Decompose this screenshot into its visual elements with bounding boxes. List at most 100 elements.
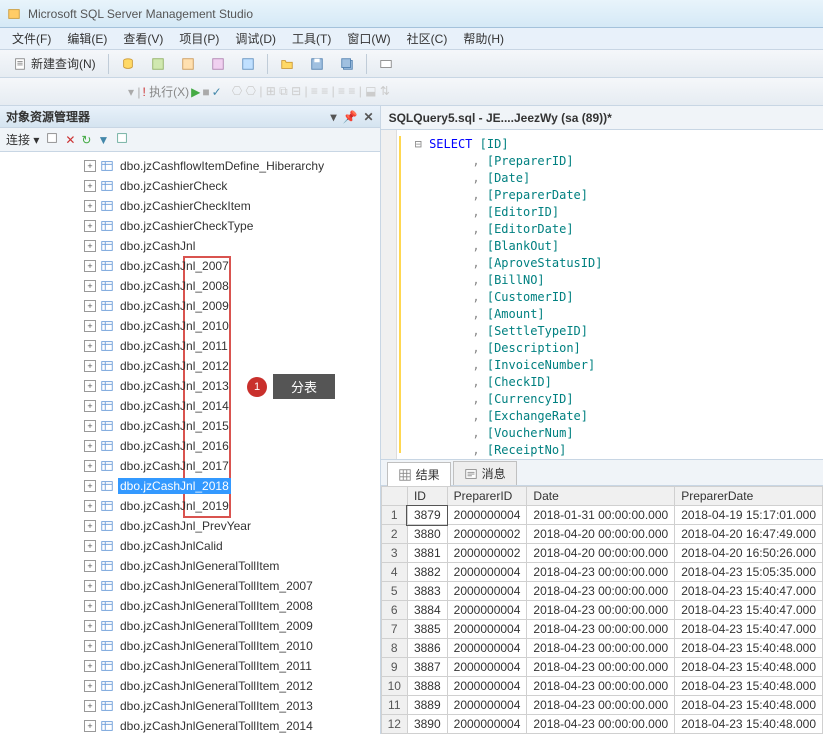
object-tree[interactable]: 1 分表 +dbo.jzCashflowItemDefine_Hiberarch… bbox=[0, 152, 380, 734]
tree-item[interactable]: +dbo.jzCashierCheckItem bbox=[0, 196, 380, 216]
table-row[interactable]: 4388220000000042018-04-23 00:00:00.00020… bbox=[381, 563, 822, 582]
toolbar-icon-3[interactable] bbox=[174, 53, 202, 75]
tree-item[interactable]: +dbo.jzCashJnl_2019 bbox=[0, 496, 380, 516]
column-header[interactable] bbox=[381, 487, 407, 506]
tree-item[interactable]: +dbo.jzCashJnl_2016 bbox=[0, 436, 380, 456]
tree-item[interactable]: +dbo.jzCashJnlGeneralTollItem_2013 bbox=[0, 696, 380, 716]
toolbar-icon[interactable] bbox=[115, 131, 129, 148]
menu-community[interactable]: 社区(C) bbox=[399, 30, 456, 47]
tree-item[interactable]: +dbo.jzCashflowItemDefine_Hiberarchy bbox=[0, 156, 380, 176]
tree-item[interactable]: +dbo.jzCashJnl_2007 bbox=[0, 256, 380, 276]
table-row[interactable]: 9388720000000042018-04-23 00:00:00.00020… bbox=[381, 658, 822, 677]
save-icon[interactable] bbox=[303, 53, 331, 75]
parse-icon[interactable]: ✓ bbox=[212, 85, 222, 99]
tree-item[interactable]: +dbo.jzCashierCheck bbox=[0, 176, 380, 196]
table-row[interactable]: 5388320000000042018-04-23 00:00:00.00020… bbox=[381, 582, 822, 601]
results-tab[interactable]: 结果 bbox=[387, 462, 451, 486]
pin-icon[interactable]: 📌 bbox=[343, 110, 358, 124]
tree-item[interactable]: +dbo.jzCashJnl_2014 bbox=[0, 396, 380, 416]
expand-icon[interactable]: + bbox=[84, 640, 96, 652]
tree-item[interactable]: +dbo.jzCashJnl_2013 bbox=[0, 376, 380, 396]
close-icon[interactable]: ✕ bbox=[364, 110, 374, 124]
column-header[interactable]: PreparerID bbox=[447, 487, 527, 506]
tree-item[interactable]: +dbo.jzCashJnl_PrevYear bbox=[0, 516, 380, 536]
expand-icon[interactable]: + bbox=[84, 420, 96, 432]
expand-icon[interactable]: + bbox=[84, 680, 96, 692]
expand-icon[interactable]: + bbox=[84, 600, 96, 612]
dropdown-icon[interactable]: ▾ bbox=[331, 110, 337, 124]
toolbar-icon[interactable]: ✕ bbox=[65, 133, 75, 147]
expand-icon[interactable]: + bbox=[84, 440, 96, 452]
tree-item[interactable]: +dbo.jzCashJnl_2010 bbox=[0, 316, 380, 336]
expand-icon[interactable]: + bbox=[84, 260, 96, 272]
expand-icon[interactable]: + bbox=[84, 240, 96, 252]
table-row[interactable]: 1387920000000042018-01-31 00:00:00.00020… bbox=[381, 506, 822, 525]
table-row[interactable]: 3388120000000022018-04-20 00:00:00.00020… bbox=[381, 544, 822, 563]
tree-item[interactable]: +dbo.jzCashJnlGeneralTollItem_2010 bbox=[0, 636, 380, 656]
table-row[interactable]: 6388420000000042018-04-23 00:00:00.00020… bbox=[381, 601, 822, 620]
tree-item[interactable]: +dbo.jzCashJnlGeneralTollItem_2008 bbox=[0, 596, 380, 616]
tree-item[interactable]: +dbo.jzCashJnlGeneralTollItem bbox=[0, 556, 380, 576]
tree-item[interactable]: +dbo.jzCashJnlGeneralTollItem_2012 bbox=[0, 676, 380, 696]
expand-icon[interactable]: + bbox=[84, 620, 96, 632]
tree-item[interactable]: +dbo.jzCashJnl_2015 bbox=[0, 416, 380, 436]
expand-icon[interactable]: + bbox=[84, 560, 96, 572]
menu-file[interactable]: 文件(F) bbox=[4, 30, 59, 47]
tree-item[interactable]: +dbo.jzCashJnlGeneralTollItem_2009 bbox=[0, 616, 380, 636]
expand-icon[interactable]: + bbox=[84, 500, 96, 512]
stop-icon[interactable]: ■ bbox=[202, 85, 209, 99]
menu-view[interactable]: 查看(V) bbox=[115, 30, 171, 47]
execute-button[interactable]: ! 执行(X) bbox=[142, 83, 189, 100]
open-icon[interactable] bbox=[273, 53, 301, 75]
expand-icon[interactable]: + bbox=[84, 520, 96, 532]
toolbar-icon-2[interactable] bbox=[144, 53, 172, 75]
tree-item[interactable]: +dbo.jzCashJnl bbox=[0, 236, 380, 256]
column-header[interactable]: ID bbox=[407, 487, 447, 506]
menu-window[interactable]: 窗口(W) bbox=[339, 30, 398, 47]
expand-icon[interactable]: + bbox=[84, 340, 96, 352]
menu-edit[interactable]: 编辑(E) bbox=[59, 30, 115, 47]
menu-tools[interactable]: 工具(T) bbox=[284, 30, 339, 47]
expand-icon[interactable]: + bbox=[84, 720, 96, 732]
tree-item[interactable]: +dbo.jzCashJnlGeneralTollItem_2007 bbox=[0, 576, 380, 596]
column-header[interactable]: PreparerDate bbox=[675, 487, 823, 506]
new-query-button[interactable]: 新建查询(N) bbox=[6, 53, 103, 75]
expand-icon[interactable]: + bbox=[84, 700, 96, 712]
expand-icon[interactable]: + bbox=[84, 160, 96, 172]
save-all-icon[interactable] bbox=[333, 53, 361, 75]
expand-icon[interactable]: + bbox=[84, 480, 96, 492]
table-row[interactable]: 12389020000000042018-04-23 00:00:00.0002… bbox=[381, 715, 822, 734]
toolbar-icon-6[interactable] bbox=[372, 53, 400, 75]
menu-debug[interactable]: 调试(D) bbox=[227, 30, 284, 47]
expand-icon[interactable]: + bbox=[84, 180, 96, 192]
expand-icon[interactable]: + bbox=[84, 400, 96, 412]
toolbar-db-icon[interactable] bbox=[114, 53, 142, 75]
menu-project[interactable]: 项目(P) bbox=[171, 30, 227, 47]
tree-item[interactable]: +dbo.jzCashJnl_2012 bbox=[0, 356, 380, 376]
expand-icon[interactable]: + bbox=[84, 580, 96, 592]
expand-icon[interactable]: + bbox=[84, 540, 96, 552]
expand-icon[interactable]: + bbox=[84, 660, 96, 672]
table-row[interactable]: 7388520000000042018-04-23 00:00:00.00020… bbox=[381, 620, 822, 639]
tree-item[interactable]: +dbo.jzCashJnl_2018 bbox=[0, 476, 380, 496]
expand-icon[interactable]: + bbox=[84, 380, 96, 392]
tree-item[interactable]: +dbo.jzCashJnl_2009 bbox=[0, 296, 380, 316]
expand-icon[interactable]: + bbox=[84, 320, 96, 332]
query-tab[interactable]: SQLQuery5.sql - JE....JeezWy (sa (89))* bbox=[381, 106, 823, 130]
tree-item[interactable]: +dbo.jzCashJnl_2008 bbox=[0, 276, 380, 296]
debug-icon[interactable]: ▶ bbox=[191, 85, 200, 99]
filter-icon[interactable]: ▼ bbox=[97, 133, 109, 147]
toolbar-icon[interactable] bbox=[45, 131, 59, 148]
tree-item[interactable]: +dbo.jzCashJnlCalid bbox=[0, 536, 380, 556]
tree-item[interactable]: +dbo.jzCashJnl_2017 bbox=[0, 456, 380, 476]
tree-item[interactable]: +dbo.jzCashJnl_2011 bbox=[0, 336, 380, 356]
tree-item[interactable]: +dbo.jzCashJnlGeneralTollItem_2011 bbox=[0, 656, 380, 676]
tree-item[interactable]: +dbo.jzCashierCheckType bbox=[0, 216, 380, 236]
table-row[interactable]: 10388820000000042018-04-23 00:00:00.0002… bbox=[381, 677, 822, 696]
results-grid[interactable]: IDPreparerIDDatePreparerDate 13879200000… bbox=[381, 486, 823, 734]
expand-icon[interactable]: + bbox=[84, 460, 96, 472]
table-row[interactable]: 11388920000000042018-04-23 00:00:00.0002… bbox=[381, 696, 822, 715]
messages-tab[interactable]: 消息 bbox=[453, 461, 517, 485]
toolbar-icon-5[interactable] bbox=[234, 53, 262, 75]
expand-icon[interactable]: + bbox=[84, 360, 96, 372]
